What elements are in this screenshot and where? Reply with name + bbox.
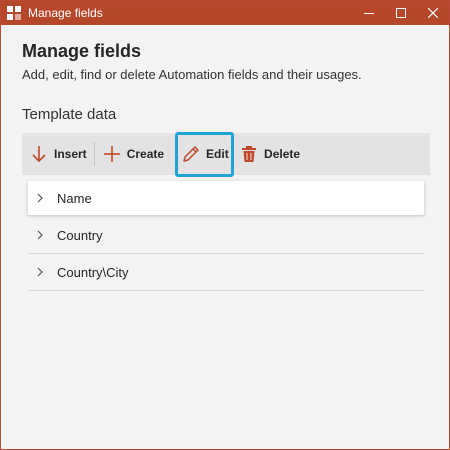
dialog-content: Manage fields Add, edit, find or delete … bbox=[1, 25, 449, 449]
chevron-right-icon[interactable] bbox=[35, 193, 45, 203]
page-title: Manage fields bbox=[22, 41, 142, 61]
create-label: Create bbox=[126, 147, 165, 161]
edit-button[interactable]: Edit bbox=[175, 131, 235, 177]
title-bar: Manage fields bbox=[1, 1, 449, 25]
section-title: Template data bbox=[22, 106, 117, 123]
insert-button[interactable]: Insert bbox=[22, 133, 94, 175]
delete-button[interactable]: Delete bbox=[234, 133, 300, 175]
delete-label: Delete bbox=[264, 147, 301, 161]
create-button[interactable]: Create bbox=[95, 133, 171, 175]
tree-item-label: Country\City bbox=[57, 264, 129, 280]
window-controls bbox=[353, 1, 449, 25]
chevron-right-icon[interactable] bbox=[35, 230, 45, 240]
tree-item-label: Country bbox=[57, 227, 103, 243]
tree-item-country-city[interactable]: Country\City bbox=[28, 254, 424, 291]
trash-icon bbox=[238, 143, 260, 165]
manage-fields-window: Manage fields Manage fields Add, edit, f… bbox=[0, 0, 450, 450]
edit-label: Edit bbox=[206, 147, 229, 161]
page-subtitle: Add, edit, find or delete Automation fie… bbox=[22, 67, 362, 82]
window-title: Manage fields bbox=[28, 6, 103, 20]
insert-label: Insert bbox=[54, 147, 87, 161]
fields-toolbar: Insert Create Edit Delete bbox=[22, 131, 430, 177]
minimize-icon[interactable] bbox=[353, 1, 385, 25]
fields-tree: Name Country Country\City bbox=[28, 181, 424, 291]
tree-item-country[interactable]: Country bbox=[28, 217, 424, 254]
arrow-down-icon bbox=[28, 143, 50, 165]
chevron-right-icon[interactable] bbox=[35, 267, 45, 277]
maximize-icon[interactable] bbox=[385, 1, 417, 25]
plus-icon bbox=[101, 143, 123, 165]
tree-item-name[interactable]: Name bbox=[28, 181, 424, 215]
pencil-icon bbox=[180, 143, 202, 165]
app-logo-icon bbox=[6, 5, 22, 21]
tree-item-label: Name bbox=[57, 190, 92, 206]
close-icon[interactable] bbox=[417, 1, 449, 25]
